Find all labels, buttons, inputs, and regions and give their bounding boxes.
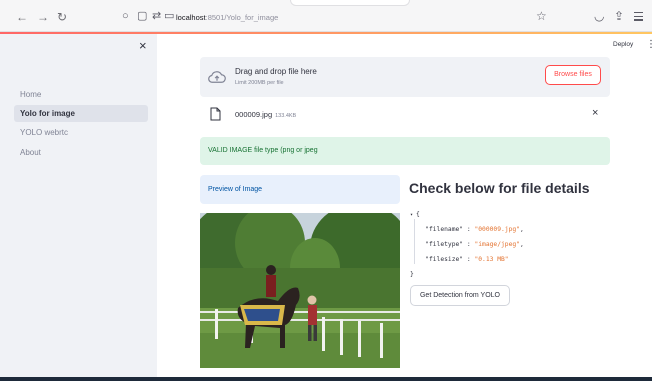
json-value-filesize: "0.13 MB" [474,256,509,263]
json-comma: , [519,226,524,233]
file-details-json: ▾ { "filename" : "000009.jpg", "filetype… [410,207,524,282]
dropzone-title: Drag and drop file here [235,67,317,76]
cloud-upload-icon [208,71,226,83]
json-key-filename: "filename" [425,226,464,233]
site-info-icon[interactable]: ▭ [164,11,174,22]
json-sep: : [463,241,475,248]
json-comma: , [519,241,524,248]
sidebar-item-about[interactable]: About [14,144,148,161]
success-alert: VALID IMAGE file type (png or jpeg [200,137,610,165]
preview-info-alert: Preview of Image [200,175,400,204]
reload-icon[interactable]: ↻ [57,11,67,23]
url-bar[interactable]: localhost:8501/Yolo_for_image [176,13,278,22]
more-options-icon[interactable]: ⋮ [646,39,652,50]
os-taskbar [0,377,652,381]
json-sep: : [463,226,475,233]
json-close-brace: } [410,271,414,278]
sidebar-item-home[interactable]: Home [14,86,148,103]
hamburger-menu-icon[interactable] [634,12,643,23]
sidebar-item-yolo-webrtc[interactable]: YOLO webrtc [14,124,148,141]
get-detection-button[interactable]: Get Detection from YOLO [410,285,510,306]
uploaded-file-row: 000009.jpg 133.4KB × [200,104,610,124]
json-sep: : [463,256,475,263]
file-details-heading: Check below for file details [409,180,590,196]
remove-file-close-icon[interactable]: × [592,107,598,120]
sidebar-item-yolo-for-image[interactable]: Yolo for image [14,105,148,122]
uploaded-image-preview [200,213,400,368]
file-name: 000009.jpg 133.4KB [235,110,296,119]
forward-arrow-icon[interactable]: → [37,11,49,23]
pocket-icon[interactable]: ◡ [594,10,604,22]
file-size: 133.4KB [275,113,297,119]
permissions-icon[interactable]: ⇄ [152,11,161,22]
page-icon: ▢ [137,10,148,22]
json-key-filesize: "filesize" [425,256,464,263]
url-path: :8501/Yolo_for_image [205,13,279,22]
active-tab-edge [290,0,410,6]
file-icon [210,107,221,121]
json-key-filetype: "filetype" [425,241,464,248]
sidebar: × Home Yolo for image YOLO webrtc About [0,34,157,381]
file-name-text: 000009.jpg [235,110,273,119]
deploy-button[interactable]: Deploy [613,41,633,48]
json-value-filetype: "image/jpeg" [474,241,520,248]
star-icon[interactable]: ☆ [536,10,547,22]
json-value-filename: "000009.jpg" [474,226,520,233]
browse-files-button[interactable]: Browse files [545,65,601,85]
file-dropzone[interactable]: Drag and drop file here Limit 200MB per … [200,57,610,97]
close-icon[interactable]: × [139,39,147,52]
back-arrow-icon[interactable]: ← [16,11,28,23]
browser-toolbar: ← → ↻ ○ ▢ ⇄ ▭ localhost:8501/Yolo_for_im… [0,0,652,32]
dropzone-limit: Limit 200MB per file [235,80,284,86]
share-icon[interactable]: ⇪ [614,10,624,22]
json-open-brace: { [416,211,420,218]
url-host: localhost [176,13,206,22]
shield-icon[interactable]: ○ [122,11,129,22]
